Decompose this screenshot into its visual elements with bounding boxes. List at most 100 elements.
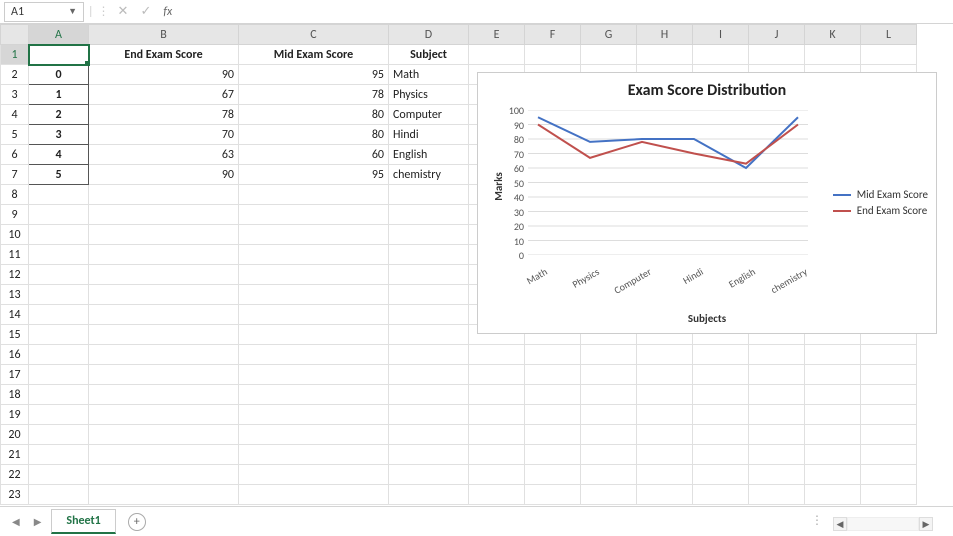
- cell-J23[interactable]: [749, 485, 805, 505]
- cell-J18[interactable]: [749, 385, 805, 405]
- cell-C7[interactable]: 95: [239, 165, 389, 185]
- row-header-22[interactable]: 22: [1, 465, 29, 485]
- row-header-19[interactable]: 19: [1, 405, 29, 425]
- row-header-9[interactable]: 9: [1, 205, 29, 225]
- column-header-C[interactable]: C: [239, 25, 389, 45]
- cell-A3[interactable]: 1: [29, 85, 89, 105]
- column-header-D[interactable]: D: [389, 25, 469, 45]
- row-header-4[interactable]: 4: [1, 105, 29, 125]
- cell-D4[interactable]: Computer: [389, 105, 469, 125]
- row-header-3[interactable]: 3: [1, 85, 29, 105]
- cell-C22[interactable]: [239, 465, 389, 485]
- cell-J19[interactable]: [749, 405, 805, 425]
- cell-H23[interactable]: [637, 485, 693, 505]
- cell-A20[interactable]: [29, 425, 89, 445]
- cell-F21[interactable]: [525, 445, 581, 465]
- column-header-L[interactable]: L: [861, 25, 917, 45]
- cell-C19[interactable]: [239, 405, 389, 425]
- cell-H16[interactable]: [637, 345, 693, 365]
- column-header-G[interactable]: G: [581, 25, 637, 45]
- cell-E17[interactable]: [469, 365, 525, 385]
- tab-nav-left-icon[interactable]: ◀: [8, 515, 24, 528]
- cell-B12[interactable]: [89, 265, 239, 285]
- cell-G20[interactable]: [581, 425, 637, 445]
- cell-E20[interactable]: [469, 425, 525, 445]
- select-all-corner[interactable]: [1, 25, 29, 45]
- tab-nav-right-icon[interactable]: ▶: [30, 515, 46, 528]
- cell-B20[interactable]: [89, 425, 239, 445]
- cell-B3[interactable]: 67: [89, 85, 239, 105]
- cell-G23[interactable]: [581, 485, 637, 505]
- cell-G22[interactable]: [581, 465, 637, 485]
- cell-H17[interactable]: [637, 365, 693, 385]
- cell-E16[interactable]: [469, 345, 525, 365]
- cell-A23[interactable]: [29, 485, 89, 505]
- cell-L1[interactable]: [861, 45, 917, 65]
- cell-D18[interactable]: [389, 385, 469, 405]
- cell-C17[interactable]: [239, 365, 389, 385]
- cell-F19[interactable]: [525, 405, 581, 425]
- cell-A5[interactable]: 3: [29, 125, 89, 145]
- cell-C20[interactable]: [239, 425, 389, 445]
- cell-C12[interactable]: [239, 265, 389, 285]
- cell-B23[interactable]: [89, 485, 239, 505]
- add-sheet-button[interactable]: +: [128, 513, 146, 531]
- horizontal-scrollbar[interactable]: ◀ ▶: [833, 517, 933, 531]
- cell-F1[interactable]: [525, 45, 581, 65]
- cell-K20[interactable]: [805, 425, 861, 445]
- cell-D12[interactable]: [389, 265, 469, 285]
- cell-A10[interactable]: [29, 225, 89, 245]
- cell-G19[interactable]: [581, 405, 637, 425]
- column-header-F[interactable]: F: [525, 25, 581, 45]
- cell-H18[interactable]: [637, 385, 693, 405]
- sheet-tab-active[interactable]: Sheet1: [51, 509, 115, 534]
- cell-L17[interactable]: [861, 365, 917, 385]
- name-box-dropdown-icon[interactable]: ▼: [68, 6, 77, 17]
- cell-L19[interactable]: [861, 405, 917, 425]
- cell-A7[interactable]: 5: [29, 165, 89, 185]
- cell-A18[interactable]: [29, 385, 89, 405]
- cell-C1[interactable]: Mid Exam Score: [239, 45, 389, 65]
- spreadsheet-grid[interactable]: ABCDEFGHIJKL1End Exam ScoreMid Exam Scor…: [0, 24, 953, 506]
- column-header-B[interactable]: B: [89, 25, 239, 45]
- cell-C5[interactable]: 80: [239, 125, 389, 145]
- cell-D6[interactable]: English: [389, 145, 469, 165]
- cell-F17[interactable]: [525, 365, 581, 385]
- cell-A13[interactable]: [29, 285, 89, 305]
- cell-C14[interactable]: [239, 305, 389, 325]
- cell-C3[interactable]: 78: [239, 85, 389, 105]
- scroll-track[interactable]: [847, 517, 919, 531]
- row-header-10[interactable]: 10: [1, 225, 29, 245]
- cell-L20[interactable]: [861, 425, 917, 445]
- cell-E18[interactable]: [469, 385, 525, 405]
- cell-C18[interactable]: [239, 385, 389, 405]
- cell-C2[interactable]: 95: [239, 65, 389, 85]
- cell-J21[interactable]: [749, 445, 805, 465]
- cell-D10[interactable]: [389, 225, 469, 245]
- row-header-20[interactable]: 20: [1, 425, 29, 445]
- cell-B1[interactable]: End Exam Score: [89, 45, 239, 65]
- cell-K23[interactable]: [805, 485, 861, 505]
- cell-H1[interactable]: [637, 45, 693, 65]
- cell-E22[interactable]: [469, 465, 525, 485]
- column-header-J[interactable]: J: [749, 25, 805, 45]
- cell-A15[interactable]: [29, 325, 89, 345]
- cell-A17[interactable]: [29, 365, 89, 385]
- cell-C6[interactable]: 60: [239, 145, 389, 165]
- cell-C11[interactable]: [239, 245, 389, 265]
- scroll-right-icon[interactable]: ▶: [919, 517, 933, 531]
- cell-B11[interactable]: [89, 245, 239, 265]
- cell-C13[interactable]: [239, 285, 389, 305]
- cell-G16[interactable]: [581, 345, 637, 365]
- cell-H21[interactable]: [637, 445, 693, 465]
- cell-A19[interactable]: [29, 405, 89, 425]
- cancel-icon[interactable]: ✕: [114, 4, 133, 19]
- cell-D19[interactable]: [389, 405, 469, 425]
- row-header-1[interactable]: 1: [1, 45, 29, 65]
- cell-B5[interactable]: 70: [89, 125, 239, 145]
- cell-A14[interactable]: [29, 305, 89, 325]
- cell-B2[interactable]: 90: [89, 65, 239, 85]
- cell-H20[interactable]: [637, 425, 693, 445]
- cell-G17[interactable]: [581, 365, 637, 385]
- cell-A1[interactable]: [29, 45, 89, 65]
